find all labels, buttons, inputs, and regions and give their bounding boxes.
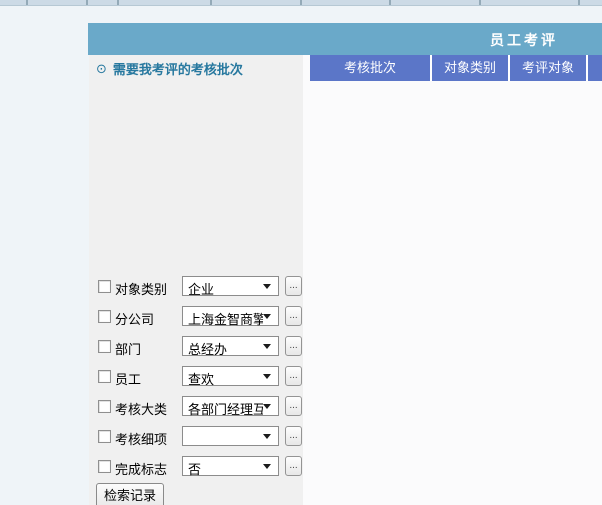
tab-strip-segment[interactable] — [119, 0, 212, 5]
module-title-bar: 员工考评 — [88, 23, 602, 55]
top-tab-strip — [0, 0, 602, 6]
assessment-category-dropdown[interactable]: 各部门经理互 — [182, 396, 279, 416]
object-category-dropdown[interactable]: 企业 — [182, 276, 279, 296]
panel-header-label: 需要我考评的考核批次 — [113, 59, 243, 78]
employee-value: 查欢 — [188, 369, 214, 388]
filter-row-department: 部门 总经办 ... — [89, 336, 303, 356]
column-header-clipped — [588, 55, 602, 81]
assessment-detail-browse-button[interactable]: ... — [285, 426, 302, 446]
completion-flag-dropdown[interactable]: 否 — [182, 456, 279, 476]
tab-strip-segment[interactable] — [391, 0, 481, 5]
completion-flag-checkbox[interactable] — [98, 460, 111, 473]
branch-company-checkbox[interactable] — [98, 310, 111, 323]
tab-strip-segment[interactable] — [481, 0, 580, 5]
branch-company-label: 分公司 — [115, 309, 154, 328]
employee-label: 员工 — [115, 369, 141, 388]
assessment-category-label: 考核大类 — [115, 399, 167, 418]
filter-row-assessment-detail: 考核细项 ... — [89, 426, 303, 446]
branch-company-value: 上海金智商擎 — [188, 309, 263, 328]
filter-row-object-category: 对象类别 企业 ... — [89, 276, 303, 296]
chevron-down-icon — [263, 284, 271, 289]
filter-row-assessment-category: 考核大类 各部门经理互 ... — [89, 396, 303, 416]
results-table: 考核批次 对象类别 考评对象 — [303, 55, 602, 505]
filter-row-branch-company: 分公司 上海金智商擎 ... — [89, 306, 303, 326]
object-category-checkbox[interactable] — [98, 280, 111, 293]
column-header-evaluation-target: 考评对象 — [510, 55, 588, 81]
employee-evaluation-page: 员工考评 ⊙ 需要我考评的考核批次 对象类别 企业 ... 分公司 上海金智商擎… — [0, 0, 602, 505]
department-checkbox[interactable] — [98, 340, 111, 353]
tab-strip-segment[interactable] — [28, 0, 88, 5]
tab-strip-segment[interactable] — [302, 0, 391, 5]
completion-flag-browse-button[interactable]: ... — [285, 456, 302, 476]
department-browse-button[interactable]: ... — [285, 336, 302, 356]
employee-dropdown[interactable]: 查欢 — [182, 366, 279, 386]
chevron-down-icon — [263, 434, 271, 439]
completion-flag-value: 否 — [188, 459, 201, 478]
chevron-down-icon — [263, 314, 271, 319]
object-category-value: 企业 — [188, 279, 214, 298]
branch-company-dropdown[interactable]: 上海金智商擎 — [182, 306, 279, 326]
search-records-button[interactable]: 检索记录 — [96, 483, 164, 505]
chevron-down-icon — [263, 374, 271, 379]
filter-row-completion-flag: 完成标志 否 ... — [89, 456, 303, 476]
results-table-header: 考核批次 对象类别 考评对象 — [310, 55, 602, 81]
assessment-detail-checkbox[interactable] — [98, 430, 111, 443]
tab-strip-segment[interactable] — [88, 0, 119, 5]
radio-bullet-icon: ⊙ — [96, 61, 107, 77]
chevron-down-icon — [263, 404, 271, 409]
chevron-down-icon — [263, 464, 271, 469]
filter-row-employee: 员工 查欢 ... — [89, 366, 303, 386]
department-dropdown[interactable]: 总经办 — [182, 336, 279, 356]
object-category-browse-button[interactable]: ... — [285, 276, 302, 296]
column-header-assessment-batch: 考核批次 — [310, 55, 432, 81]
employee-checkbox[interactable] — [98, 370, 111, 383]
assessment-category-browse-button[interactable]: ... — [285, 396, 302, 416]
branch-company-browse-button[interactable]: ... — [285, 306, 302, 326]
tab-strip-segment[interactable] — [212, 0, 302, 5]
tab-strip-segment[interactable] — [580, 0, 602, 5]
filter-panel: ⊙ 需要我考评的考核批次 对象类别 企业 ... 分公司 上海金智商擎 ... … — [89, 55, 303, 505]
object-category-label: 对象类别 — [115, 279, 167, 298]
employee-browse-button[interactable]: ... — [285, 366, 302, 386]
page-title: 员工考评 — [490, 30, 558, 50]
panel-header-link[interactable]: ⊙ 需要我考评的考核批次 — [96, 59, 243, 78]
tab-strip-segment[interactable] — [0, 0, 28, 5]
column-header-object-category: 对象类别 — [432, 55, 510, 81]
department-value: 总经办 — [188, 339, 227, 358]
assessment-detail-label: 考核细项 — [115, 429, 167, 448]
assessment-category-checkbox[interactable] — [98, 400, 111, 413]
department-label: 部门 — [115, 339, 141, 358]
chevron-down-icon — [263, 344, 271, 349]
assessment-detail-dropdown[interactable] — [182, 426, 279, 446]
assessment-category-value: 各部门经理互 — [188, 399, 263, 418]
completion-flag-label: 完成标志 — [115, 459, 167, 478]
